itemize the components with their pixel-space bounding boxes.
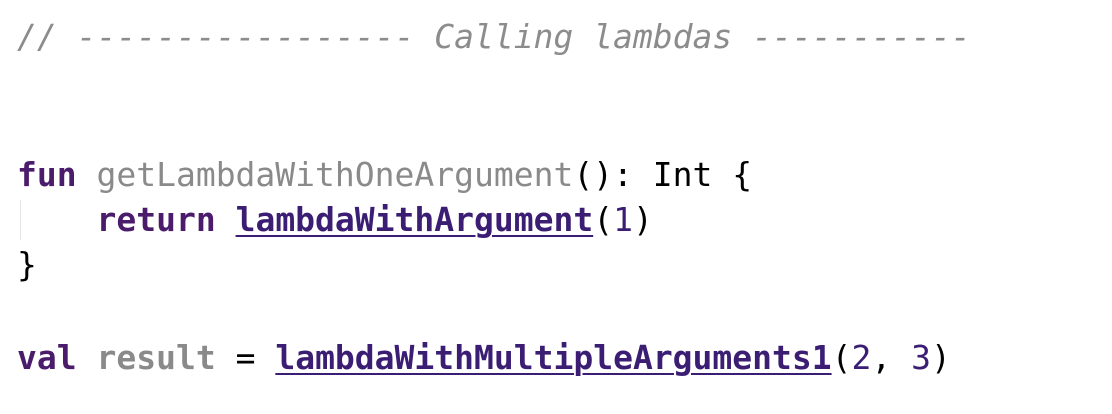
- section-comment: // ----------------- Calling lambdas ---…: [17, 17, 971, 56]
- call-lambda-with-multiple-arguments[interactable]: lambdaWithMultipleArguments1: [275, 338, 831, 377]
- code-line-return: return lambdaWithArgument(1): [17, 198, 653, 242]
- paren-open: (: [831, 338, 852, 377]
- paren-close: ): [632, 200, 653, 239]
- paren-close: ): [931, 338, 951, 377]
- code-line-close-brace: }: [17, 243, 37, 287]
- code-line-fun-declaration: fun getLambdaWithOneArgument(): Int {: [17, 153, 752, 197]
- keyword-val: val: [17, 338, 77, 377]
- function-name[interactable]: getLambdaWithOneArgument: [96, 155, 573, 194]
- code-editor[interactable]: // ----------------- Calling lambdas ---…: [0, 0, 1112, 414]
- call-lambda-with-argument[interactable]: lambdaWithArgument: [236, 200, 594, 239]
- variable-name[interactable]: result: [96, 338, 215, 377]
- comma: ,: [871, 338, 912, 377]
- return-type[interactable]: Int: [653, 155, 713, 194]
- keyword-return: return: [96, 200, 216, 239]
- equals-sign: =: [235, 338, 256, 377]
- open-brace: {: [732, 155, 753, 194]
- params: ():: [573, 155, 633, 194]
- argument-literal-2: 3: [911, 338, 931, 377]
- close-brace: }: [17, 245, 37, 284]
- argument-literal-1: 2: [851, 338, 872, 377]
- paren-open: (: [593, 200, 614, 239]
- code-line-val-result: val result = lambdaWithMultipleArguments…: [17, 336, 951, 380]
- code-line-comment: // ----------------- Calling lambdas ---…: [17, 15, 971, 59]
- keyword-fun: fun: [17, 155, 77, 194]
- argument-literal: 1: [613, 200, 633, 239]
